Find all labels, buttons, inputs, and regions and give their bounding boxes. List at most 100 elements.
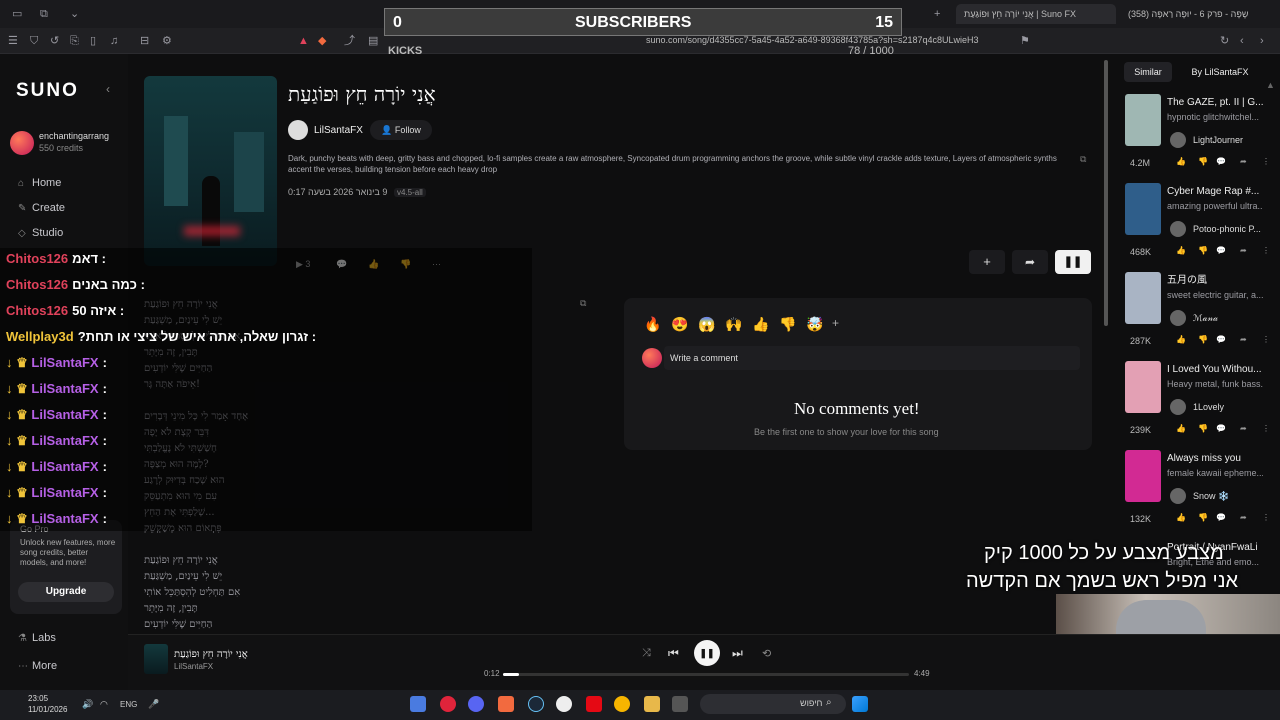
shield-icon[interactable]: ⛉ — [30, 34, 38, 48]
similar-title[interactable]: Always miss you — [1167, 452, 1263, 465]
like-icon[interactable]: 👍 — [1176, 513, 1186, 522]
like-icon[interactable]: 👍 — [1176, 246, 1186, 255]
add-button[interactable]: + — [969, 250, 1005, 274]
scroll-up-icon[interactable]: ▲ — [1266, 80, 1275, 90]
new-tab-icon[interactable]: + — [934, 7, 940, 21]
similar-subtitle[interactable]: hypnotic glitchwitchel... — [1167, 111, 1263, 123]
sidebar-item-more[interactable]: ⋯ More — [18, 659, 57, 674]
dislike-icon[interactable]: 👎 — [1198, 513, 1208, 522]
sidebar-item-home[interactable]: ⌂ Home — [18, 176, 61, 191]
comment-icon[interactable]: 💬 — [1216, 246, 1226, 255]
similar-title[interactable]: Cyber Mage Rap #... — [1167, 185, 1263, 198]
file-explorer-icon[interactable] — [644, 696, 660, 712]
comment-icon[interactable]: 💬 — [1216, 424, 1226, 433]
comment-icon[interactable]: 💬 — [1216, 157, 1226, 166]
netflix-icon[interactable] — [586, 696, 602, 712]
tab-search-icon[interactable]: ⌄ — [70, 7, 79, 21]
suno-logo[interactable]: SUNO — [16, 80, 79, 102]
alert-icon[interactable]: ▲ — [298, 34, 309, 48]
app-icon-3[interactable] — [672, 696, 688, 712]
brave-icon[interactable] — [498, 696, 514, 712]
user-name[interactable]: enchantingarrang — [39, 131, 111, 141]
similar-play-count[interactable]: 287K — [1130, 335, 1151, 347]
tab-other[interactable]: (358) שֶפָּה - פרק 6 - יוּפָּה רַאפָּה — [1120, 4, 1268, 24]
share-icon[interactable]: ➦ — [1240, 246, 1247, 255]
emoji-reaction[interactable]: 🔥 — [644, 316, 661, 333]
sidebar-item-create[interactable]: ✎ Create — [18, 201, 65, 216]
more-icon[interactable]: ⋮ — [1262, 513, 1270, 522]
similar-subtitle[interactable]: amazing powerful ultra... — [1167, 200, 1263, 212]
more-icon[interactable]: ⋮ — [1262, 246, 1270, 255]
dislike-icon[interactable]: 👎 — [1198, 157, 1208, 166]
language-indicator[interactable]: ENG — [120, 700, 137, 709]
menu-icon[interactable]: ☰ — [8, 34, 18, 48]
copy-lyrics-icon[interactable]: ⧉ — [580, 298, 586, 309]
app-icon-2[interactable] — [614, 696, 630, 712]
mic-icon[interactable]: 🎤 — [148, 699, 159, 710]
player-pause-button[interactable]: ❚❚ — [694, 640, 720, 666]
discord-icon[interactable] — [468, 696, 484, 712]
tab-active[interactable]: אֲנִי יוֹרָה חֵץ וּפוֹגַעַת | Suno FX — [956, 4, 1116, 24]
pause-button[interactable]: ❚❚ — [1055, 250, 1091, 274]
emoji-reaction[interactable]: 😱 — [698, 316, 715, 333]
emoji-reaction[interactable]: 👍 — [752, 316, 769, 333]
similar-author[interactable]: Snow ❄️ — [1193, 490, 1265, 502]
song-cover-art[interactable] — [144, 76, 277, 266]
dislike-icon[interactable]: 👎 — [1198, 335, 1208, 344]
similar-title[interactable]: 五月の風 — [1167, 274, 1263, 287]
next-icon[interactable]: ⏭ — [732, 646, 743, 661]
scrollbar[interactable] — [1104, 60, 1108, 326]
more-icon[interactable]: ⋮ — [1262, 335, 1270, 344]
window-icon[interactable]: ⊟ — [140, 34, 149, 48]
comment-icon[interactable]: 💬 — [1216, 335, 1226, 344]
steam-icon[interactable] — [528, 696, 544, 712]
extension-icon[interactable]: ⚙ — [162, 34, 172, 48]
similar-author[interactable]: ℳ𝒶𝓃𝒶 — [1193, 312, 1265, 324]
music-icon[interactable]: ♫ — [110, 34, 118, 48]
artist-name[interactable]: LilSantaFX — [314, 125, 363, 136]
similar-thumbnail[interactable] — [1125, 450, 1161, 502]
player-artist[interactable]: LilSantaFX — [174, 662, 213, 671]
similar-thumbnail[interactable] — [1125, 94, 1161, 146]
similar-thumbnail[interactable] — [1125, 272, 1161, 324]
app-icon-1[interactable] — [410, 696, 426, 712]
upgrade-button[interactable]: Upgrade — [18, 582, 114, 602]
similar-play-count[interactable]: 4.2M — [1130, 157, 1150, 169]
emoji-reaction[interactable]: 🙌 — [725, 316, 742, 333]
similar-author-avatar[interactable] — [1170, 310, 1186, 326]
wifi-icon[interactable]: ◠ — [100, 699, 108, 710]
like-icon[interactable]: 👍 — [1176, 424, 1186, 433]
brave-shield-icon[interactable]: ◆ — [318, 34, 326, 48]
share-icon[interactable]: ⤴ — [344, 34, 355, 48]
forward-icon[interactable]: › — [1260, 34, 1264, 48]
dislike-icon[interactable]: 👎 — [1198, 424, 1208, 433]
start-icon[interactable] — [852, 696, 868, 712]
tab-similar[interactable]: Similar — [1124, 62, 1172, 82]
comment-input[interactable]: Write a comment — [664, 346, 1080, 370]
share-icon[interactable]: ➦ — [1240, 157, 1247, 166]
player-title[interactable]: אֲנִי יוֹרָה חֵץ וּפוֹגַעַת — [174, 649, 248, 660]
player-progress-bar[interactable] — [503, 673, 909, 676]
comment-icon[interactable]: 💬 — [1216, 513, 1226, 522]
reload-icon[interactable]: ↻ — [1220, 34, 1229, 48]
similar-author[interactable]: Potoo-phonic P... — [1193, 223, 1265, 235]
similar-subtitle[interactable]: sweet electric guitar, a... — [1167, 289, 1263, 301]
bookmarks-icon[interactable]: ⎘ — [70, 34, 79, 48]
share-button[interactable]: ➦ — [1012, 250, 1048, 274]
youtube-icon[interactable] — [440, 696, 456, 712]
similar-author-avatar[interactable] — [1170, 132, 1186, 148]
tab-by-artist[interactable]: By LilSantaFX — [1180, 62, 1260, 82]
sidebar-item-studio[interactable]: ◇ Studio — [18, 226, 63, 241]
address-bar[interactable]: suno.com/song/d4355cc7-5a45-4a52-a649-89… — [646, 35, 979, 45]
similar-title[interactable]: I Loved You Withou... — [1167, 363, 1263, 376]
window-menu-icon[interactable]: ▭ — [12, 7, 22, 21]
similar-author-avatar[interactable] — [1170, 488, 1186, 504]
similar-thumbnail[interactable] — [1125, 361, 1161, 413]
similar-author-avatar[interactable] — [1170, 221, 1186, 237]
similar-author[interactable]: LightJourner — [1193, 134, 1265, 146]
back-icon[interactable]: ‹ — [1240, 34, 1244, 48]
repeat-icon[interactable]: ⟲ — [762, 647, 771, 660]
player-cover[interactable] — [144, 644, 168, 674]
avatar[interactable] — [10, 131, 34, 155]
sidebar-icon[interactable]: ▯ — [90, 34, 96, 48]
